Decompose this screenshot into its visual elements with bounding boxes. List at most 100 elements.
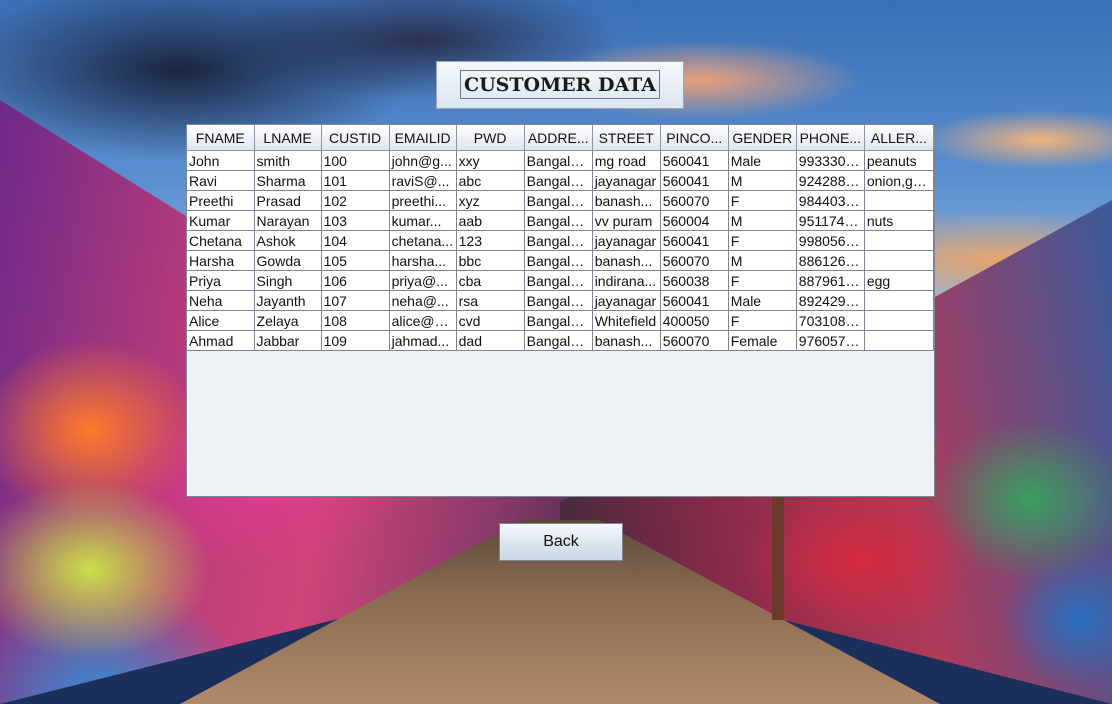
table-row[interactable]: Preethi Prasad 102 preethi... xyz Bangalo... b… bbox=[187, 190, 934, 211]
table-cell[interactable]: dad bbox=[456, 330, 525, 351]
table-cell[interactable]: M bbox=[728, 210, 797, 231]
table-cell[interactable]: 9242889... bbox=[796, 170, 865, 191]
table-cell[interactable]: Bangalo... bbox=[524, 210, 593, 231]
table-cell[interactable]: Jabbar bbox=[254, 330, 322, 351]
column-header[interactable]: STREET bbox=[592, 125, 661, 151]
column-header[interactable]: PHONE... bbox=[796, 125, 865, 151]
table-cell[interactable]: 9980564... bbox=[796, 230, 865, 251]
column-header[interactable]: GENDER bbox=[728, 125, 797, 151]
table-cell[interactable]: 103 bbox=[321, 210, 390, 231]
table-cell[interactable]: 8924299... bbox=[796, 290, 865, 311]
table-cell[interactable]: 9844037... bbox=[796, 190, 865, 211]
table-cell[interactable]: Alice bbox=[187, 310, 255, 331]
table-cell[interactable]: 100 bbox=[321, 150, 390, 171]
table-cell[interactable]: jayanagar bbox=[592, 230, 661, 251]
table-cell[interactable]: Priya bbox=[187, 270, 255, 291]
table-cell[interactable]: indirana... bbox=[592, 270, 661, 291]
table-cell[interactable]: M bbox=[728, 250, 797, 271]
table-cell[interactable]: F bbox=[728, 270, 797, 291]
table-cell[interactable]: Zelaya bbox=[254, 310, 322, 331]
table-cell[interactable]: Narayan bbox=[254, 210, 322, 231]
table-cell[interactable]: xyz bbox=[456, 190, 525, 211]
table-cell[interactable]: Bangalo... bbox=[524, 230, 593, 251]
table-cell[interactable]: alice@g... bbox=[389, 310, 457, 331]
table-cell[interactable]: xxy bbox=[456, 150, 525, 171]
table-cell[interactable]: Ahmad bbox=[187, 330, 255, 351]
table-cell[interactable]: Neha bbox=[187, 290, 255, 311]
table-cell[interactable] bbox=[864, 230, 934, 251]
table-cell[interactable]: 108 bbox=[321, 310, 390, 331]
table-cell[interactable]: smith bbox=[254, 150, 322, 171]
table-cell[interactable] bbox=[864, 330, 934, 351]
table-cell[interactable]: cba bbox=[456, 270, 525, 291]
table-cell[interactable] bbox=[864, 190, 934, 211]
table-cell[interactable]: 560070 bbox=[660, 250, 729, 271]
table-cell[interactable]: rsa bbox=[456, 290, 525, 311]
table-cell[interactable]: harsha... bbox=[389, 250, 457, 271]
table-cell[interactable]: bbc bbox=[456, 250, 525, 271]
table-cell[interactable]: kumar... bbox=[389, 210, 457, 231]
table-cell[interactable] bbox=[864, 290, 934, 311]
table-cell[interactable]: F bbox=[728, 310, 797, 331]
table-cell[interactable]: 109 bbox=[321, 330, 390, 351]
table-cell[interactable]: banash... bbox=[592, 250, 661, 271]
table-cell[interactable]: 101 bbox=[321, 170, 390, 191]
table-cell[interactable]: 560038 bbox=[660, 270, 729, 291]
table-cell[interactable]: jahmad... bbox=[389, 330, 457, 351]
table-cell[interactable]: 123 bbox=[456, 230, 525, 251]
table-cell[interactable]: onion,ga... bbox=[864, 170, 934, 191]
table-cell[interactable]: 8879610... bbox=[796, 270, 865, 291]
table-cell[interactable]: Harsha bbox=[187, 250, 255, 271]
back-button[interactable]: Back bbox=[499, 523, 623, 561]
table-cell[interactable]: 560041 bbox=[660, 170, 729, 191]
table-cell[interactable]: 400050 bbox=[660, 310, 729, 331]
table-cell[interactable]: Chetana bbox=[187, 230, 255, 251]
table-cell[interactable]: cvd bbox=[456, 310, 525, 331]
table-cell[interactable]: Gowda bbox=[254, 250, 322, 271]
table-cell[interactable]: 560041 bbox=[660, 290, 729, 311]
column-header[interactable]: ALLER... bbox=[864, 125, 934, 151]
table-cell[interactable]: Bangalo... bbox=[524, 250, 593, 271]
table-cell[interactable]: Bangalo... bbox=[524, 330, 593, 351]
table-cell[interactable]: 9933300... bbox=[796, 150, 865, 171]
table-cell[interactable]: 560004 bbox=[660, 210, 729, 231]
table-cell[interactable]: F bbox=[728, 190, 797, 211]
table-row[interactable]: John smith 100 john@g... xxy Bangalo... mg roa… bbox=[187, 150, 934, 171]
table-cell[interactable]: banash... bbox=[592, 330, 661, 351]
table-cell[interactable]: chetana... bbox=[389, 230, 457, 251]
table-cell[interactable]: Ashok bbox=[254, 230, 322, 251]
table-cell[interactable]: priya@... bbox=[389, 270, 457, 291]
table-cell[interactable]: nuts bbox=[864, 210, 934, 231]
table-cell[interactable]: peanuts bbox=[864, 150, 934, 171]
table-cell[interactable]: Female bbox=[728, 330, 797, 351]
table-cell[interactable]: 560041 bbox=[660, 230, 729, 251]
table-cell[interactable] bbox=[864, 250, 934, 271]
table-row[interactable]: Ahmad Jabbar 109 jahmad... dad Bangalo... bana… bbox=[187, 330, 934, 351]
table-cell[interactable]: F bbox=[728, 230, 797, 251]
column-header[interactable]: PWD bbox=[456, 125, 525, 151]
table-cell[interactable]: Kumar bbox=[187, 210, 255, 231]
column-header[interactable]: CUSTID bbox=[321, 125, 390, 151]
table-cell[interactable]: Preethi bbox=[187, 190, 255, 211]
table-cell[interactable]: Bangalo... bbox=[524, 270, 593, 291]
table-cell[interactable]: Ravi bbox=[187, 170, 255, 191]
table-cell[interactable]: 560070 bbox=[660, 330, 729, 351]
table-cell[interactable]: banash... bbox=[592, 190, 661, 211]
table-cell[interactable]: Bangalo... bbox=[524, 170, 593, 191]
table-cell[interactable]: John bbox=[187, 150, 255, 171]
table-cell[interactable]: egg bbox=[864, 270, 934, 291]
table-cell[interactable]: mg road bbox=[592, 150, 661, 171]
table-cell[interactable]: Prasad bbox=[254, 190, 322, 211]
table-cell[interactable]: aab bbox=[456, 210, 525, 231]
table-cell[interactable]: 107 bbox=[321, 290, 390, 311]
table-row[interactable]: Chetana Ashok 104 chetana... 123 Bangalo... ja… bbox=[187, 230, 934, 251]
table-cell[interactable]: Bangalo... bbox=[524, 310, 593, 331]
table-cell[interactable]: Bangalo... bbox=[524, 190, 593, 211]
table-cell[interactable]: john@g... bbox=[389, 150, 457, 171]
table-row[interactable]: Kumar Narayan 103 kumar... aab Bangalo... vv p… bbox=[187, 210, 934, 231]
table-cell[interactable]: Whitefield bbox=[592, 310, 661, 331]
table-cell[interactable]: raviS@... bbox=[389, 170, 457, 191]
table-cell[interactable]: Male bbox=[728, 290, 797, 311]
table-cell[interactable]: 102 bbox=[321, 190, 390, 211]
table-row[interactable]: Ravi Sharma 101 raviS@... abc Bangalo... jayan… bbox=[187, 170, 934, 191]
